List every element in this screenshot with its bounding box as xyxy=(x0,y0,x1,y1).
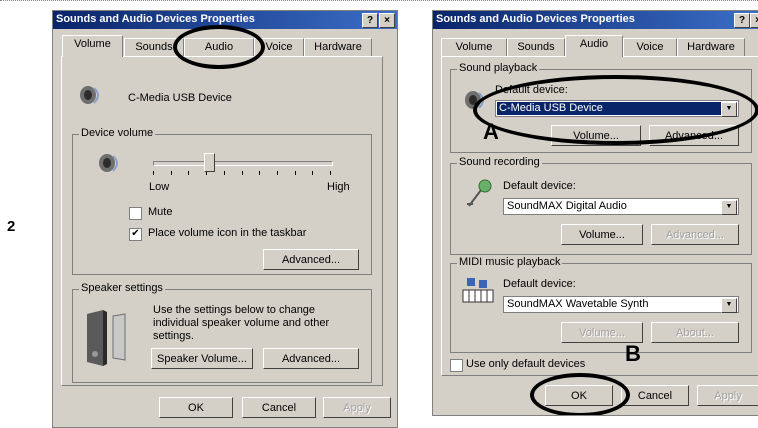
slider-tick xyxy=(188,171,189,175)
speaker-advanced-button[interactable]: Advanced... xyxy=(263,348,359,369)
midi-device-value: SoundMAX Wavetable Synth xyxy=(507,298,649,310)
tab-audio[interactable]: Audio xyxy=(565,35,623,57)
left-close-button[interactable]: × xyxy=(379,13,395,28)
page-top-border xyxy=(0,0,758,1)
midi-playback-group-label: MIDI music playback xyxy=(457,256,563,268)
midi-keyboard-icon xyxy=(462,278,494,303)
tab-hardware[interactable]: Hardware xyxy=(304,38,372,57)
tab-sounds-label: Sounds xyxy=(135,41,173,53)
left-window-title: Sounds and Audio Devices Properties xyxy=(56,13,255,25)
slider-thumb[interactable] xyxy=(204,153,215,172)
slider-tick xyxy=(312,171,313,175)
slider-tick xyxy=(259,171,260,175)
right-properties-window: Sounds and Audio Devices Properties ? × … xyxy=(432,10,758,416)
speaker-icon xyxy=(80,86,99,104)
midi-playback-group: MIDI music playback Default device: Soun… xyxy=(450,256,752,353)
chevron-down-icon[interactable]: ▼ xyxy=(721,200,737,215)
device-volume-group-label: Device volume xyxy=(79,127,156,139)
device-name: C-Media USB Device xyxy=(128,92,232,104)
use-default-label: Use only default devices xyxy=(466,358,586,370)
speaker-description: Use the settings below to change individ… xyxy=(153,304,330,342)
chevron-down-icon[interactable]: ▼ xyxy=(721,298,737,313)
ok-button-highlight-ellipse xyxy=(530,373,630,415)
volume-tab-panel: C-Media USB Device Device volume Low Hig… xyxy=(61,56,383,386)
right-help-button[interactable]: ? xyxy=(734,13,750,28)
slider-track xyxy=(153,161,333,166)
sound-recording-group-label: Sound recording xyxy=(457,156,542,168)
midi-default-label: Default device: xyxy=(503,278,576,290)
speaker-volume-button[interactable]: Speaker Volume... xyxy=(151,348,253,369)
recording-advanced-button[interactable]: Advanced... xyxy=(651,224,739,245)
audio-tab-highlight-ellipse xyxy=(173,25,265,69)
right-cancel-button[interactable]: Cancel xyxy=(621,385,689,406)
sound-playback-group-label: Sound playback xyxy=(457,62,540,74)
tab-volume[interactable]: Volume xyxy=(62,35,123,57)
sound-recording-group: Sound recording Default device: SoundMAX… xyxy=(450,156,752,255)
midi-volume-button[interactable]: Volume... xyxy=(561,322,643,343)
tab-hardware[interactable]: Hardware xyxy=(677,38,745,57)
tab-voice-label: Voice xyxy=(636,41,664,53)
advanced-button[interactable]: Advanced... xyxy=(263,249,359,270)
recording-volume-button[interactable]: Volume... xyxy=(561,224,643,245)
right-close-button[interactable]: × xyxy=(750,13,758,28)
left-properties-window: Sounds and Audio Devices Properties ? × … xyxy=(52,10,398,428)
slider-tick xyxy=(295,171,296,175)
mute-checkbox[interactable] xyxy=(129,207,142,220)
slider-low-label: Low xyxy=(149,181,170,193)
microphone-icon xyxy=(467,179,492,207)
mute-label: Mute xyxy=(148,206,173,218)
tab-sounds[interactable]: Sounds xyxy=(507,38,565,57)
speaker-settings-group: Speaker settings Use the settings below … xyxy=(72,282,372,383)
use-default-checkbox[interactable] xyxy=(450,359,463,372)
speaker-icon xyxy=(99,154,118,172)
tab-voice-label: Voice xyxy=(265,41,293,53)
slider-tick xyxy=(277,171,278,175)
right-title-bar: Sounds and Audio Devices Properties ? × xyxy=(433,11,758,29)
slider-tick xyxy=(242,171,243,175)
place-icon-label: Place volume icon in the taskbar xyxy=(148,227,307,239)
tab-hardware-label: Hardware xyxy=(687,41,735,53)
recording-default-label: Default device: xyxy=(503,180,576,192)
left-cancel-button[interactable]: Cancel xyxy=(242,397,316,418)
midi-device-select[interactable]: SoundMAX Wavetable Synth ▼ xyxy=(503,296,739,313)
recording-device-value: SoundMAX Digital Audio xyxy=(507,200,627,212)
playback-device-highlight-ellipse xyxy=(473,75,758,145)
device-volume-group: Device volume Low High Mute ✔ Place volu… xyxy=(72,127,372,275)
annotation-letter-a: A xyxy=(483,119,499,144)
slider-high-label: High xyxy=(327,181,350,193)
left-help-button[interactable]: ? xyxy=(362,13,378,28)
tab-voice[interactable]: Voice xyxy=(623,38,677,57)
step-number: 2 xyxy=(7,218,16,235)
right-apply-button[interactable]: Apply xyxy=(697,385,758,406)
slider-tick xyxy=(224,171,225,175)
tab-volume-label: Volume xyxy=(74,38,111,50)
recording-device-select[interactable]: SoundMAX Digital Audio ▼ xyxy=(503,198,739,215)
speakers-icon xyxy=(87,310,126,366)
left-apply-button[interactable]: Apply xyxy=(323,397,391,418)
right-window-title: Sounds and Audio Devices Properties xyxy=(436,13,635,25)
tab-audio-label: Audio xyxy=(579,38,609,50)
left-ok-button[interactable]: OK xyxy=(159,397,233,418)
midi-about-button[interactable]: About... xyxy=(651,322,739,343)
place-icon-checkbox[interactable]: ✔ xyxy=(129,228,142,241)
tab-volume-label: Volume xyxy=(455,41,493,53)
tab-volume[interactable]: Volume xyxy=(441,38,507,57)
tab-hardware-label: Hardware xyxy=(314,41,362,53)
slider-tick xyxy=(330,171,331,175)
tab-sounds-label: Sounds xyxy=(517,41,555,53)
slider-tick xyxy=(171,171,172,175)
slider-tick xyxy=(153,171,154,175)
volume-slider[interactable] xyxy=(153,153,333,177)
speaker-settings-group-label: Speaker settings xyxy=(79,282,165,294)
annotation-letter-b: B xyxy=(625,341,641,366)
